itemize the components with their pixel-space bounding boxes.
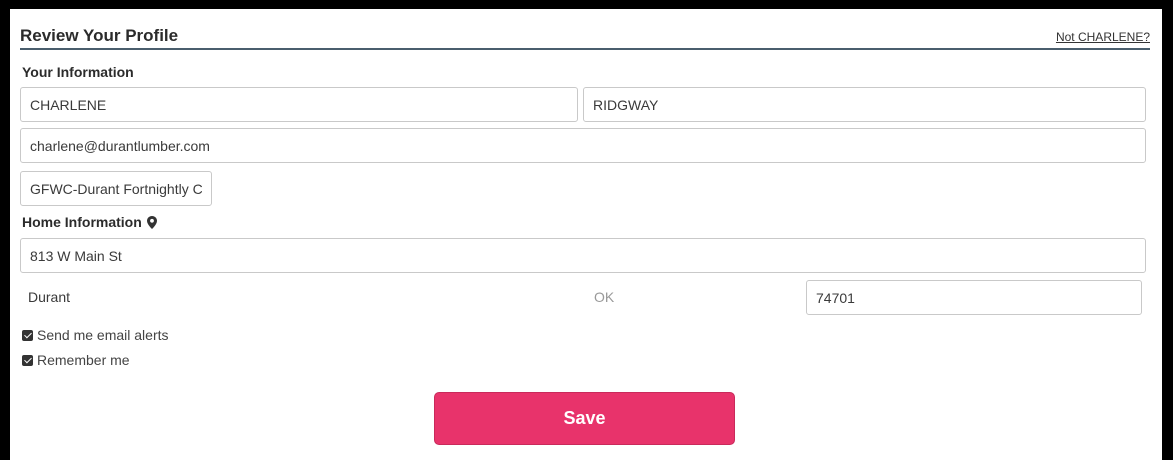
email-field[interactable] bbox=[20, 128, 1146, 163]
street-address-field[interactable] bbox=[20, 238, 1146, 273]
remember-me-label: Remember me bbox=[37, 352, 130, 368]
profile-panel: Review Your Profile Not CHARLENE? Your I… bbox=[10, 9, 1162, 460]
email-alerts-option[interactable]: Send me email alerts bbox=[22, 327, 169, 343]
first-name-field[interactable] bbox=[20, 87, 578, 122]
last-name-field[interactable] bbox=[583, 87, 1146, 122]
email-alerts-checkbox[interactable] bbox=[22, 329, 33, 341]
your-information-label: Your Information bbox=[22, 64, 134, 80]
club-field[interactable] bbox=[20, 171, 212, 206]
map-pin-icon bbox=[146, 216, 157, 232]
city-value: Durant bbox=[28, 289, 71, 305]
remember-me-checkbox[interactable] bbox=[22, 354, 33, 366]
state-value: OK bbox=[594, 289, 615, 305]
panel-header: Review Your Profile Not CHARLENE? bbox=[20, 22, 1150, 50]
home-information-heading: Home Information bbox=[22, 214, 157, 232]
save-button[interactable]: Save bbox=[434, 392, 735, 445]
not-user-link[interactable]: Not CHARLENE? bbox=[1056, 30, 1150, 44]
remember-me-option[interactable]: Remember me bbox=[22, 352, 130, 368]
zip-code-field[interactable] bbox=[806, 280, 1142, 315]
page-title: Review Your Profile bbox=[20, 26, 179, 45]
home-information-label: Home Information bbox=[22, 214, 142, 230]
email-alerts-label: Send me email alerts bbox=[37, 327, 169, 343]
